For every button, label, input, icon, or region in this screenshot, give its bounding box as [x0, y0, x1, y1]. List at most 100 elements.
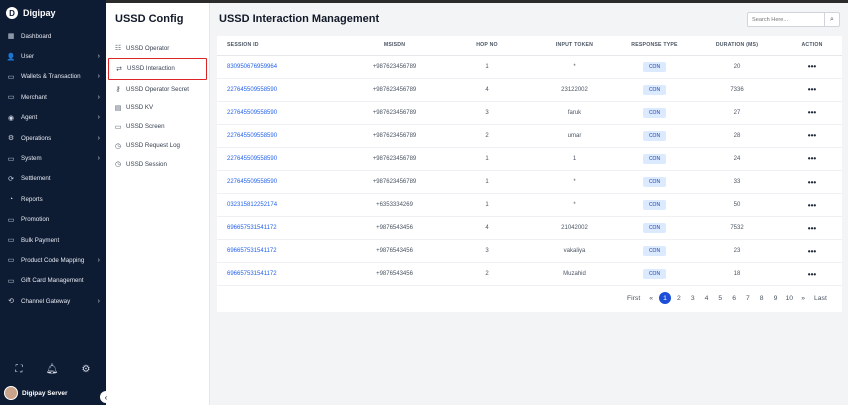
session-id-link[interactable]: 830950676959964	[217, 55, 347, 79]
sidebar-collapse-button[interactable]: ‹	[100, 391, 112, 403]
duration-cell: 7532	[692, 216, 782, 241]
sidebar-item-operations[interactable]: ⚙ Operations ›	[0, 128, 106, 148]
session-id-link[interactable]: 032315812252174	[217, 193, 347, 218]
brand-logo-icon: D	[6, 7, 18, 19]
more-actions-icon[interactable]: •••	[808, 178, 816, 187]
pagination-page[interactable]: 3	[686, 292, 700, 304]
sidebar-item-label: Channel Gateway	[21, 297, 71, 305]
sidebar-item-agent[interactable]: ◉ Agent ›	[0, 108, 106, 128]
input-token-cell: 1	[532, 147, 617, 171]
response-type-badge: CON	[642, 84, 667, 95]
sidebar-item-settlement[interactable]: ⟳ Settlement	[0, 169, 106, 189]
sidebar-item-channel-gateway[interactable]: ⟲ Channel Gateway ›	[0, 291, 106, 311]
wallet-icon: ▭	[7, 73, 15, 81]
duration-cell: 27	[692, 101, 782, 125]
sidebar-item-system[interactable]: ▭ System ›	[0, 148, 106, 168]
sidebar-item-wallets-transaction[interactable]: ▭ Wallets & Transaction ›	[0, 67, 106, 87]
config-item-label: USSD Operator	[126, 44, 170, 52]
sidebar-item-label: Merchant	[21, 93, 47, 101]
pagination-page[interactable]: 4	[700, 292, 714, 304]
hop-no-cell: 1	[442, 55, 532, 79]
dashboard-icon: ▦	[7, 33, 15, 41]
response-type-cell: CON	[617, 216, 692, 241]
chevron-right-icon: ›	[97, 73, 100, 81]
pagination-page[interactable]: 7	[741, 292, 755, 304]
config-item-ussd-interaction[interactable]: ⇄ USSD Interaction	[108, 57, 207, 80]
session-id-link[interactable]: 227645509558590	[217, 78, 347, 102]
pagination-page[interactable]: 1	[659, 292, 672, 304]
response-type-badge: CON	[642, 200, 667, 211]
more-actions-icon[interactable]: •••	[808, 247, 816, 256]
table-row: 227645509558590 +987623456789 1 * CON 33 •••	[217, 170, 842, 195]
session-id-link[interactable]: 227645509558590	[217, 101, 347, 125]
hop-no-cell: 1	[442, 147, 532, 171]
sidebar-item-bulk-payment[interactable]: ▭ Bulk Payment	[0, 230, 106, 250]
main-content: USSD Interaction Management ⌕ SESSION ID…	[210, 3, 848, 405]
pagination-prev-icon[interactable]: «	[644, 292, 658, 304]
input-token-cell: umar	[532, 124, 617, 148]
chevron-right-icon: ›	[97, 256, 100, 264]
sidebar-item-product-code-mapping[interactable]: ▭ Product Code Mapping ›	[0, 250, 106, 270]
pagination-page[interactable]: 9	[769, 292, 783, 304]
response-type-badge: CON	[642, 246, 667, 257]
more-actions-icon[interactable]: •••	[808, 62, 816, 71]
settings-gear-icon[interactable]: ⚙	[81, 364, 90, 375]
pagination-next-icon[interactable]: »	[796, 292, 810, 304]
sidebar-item-reports[interactable]: ◔ Reports	[0, 189, 106, 209]
sidebar-item-merchant[interactable]: ▭ Merchant ›	[0, 87, 106, 107]
config-item-ussd-screen[interactable]: ▭ USSD Screen	[108, 117, 208, 136]
hop-no-cell: 4	[442, 78, 532, 102]
more-actions-icon[interactable]: •••	[808, 270, 816, 279]
column-header: RESPONSE TYPE	[617, 36, 692, 56]
pagination-page[interactable]: 2	[672, 292, 686, 304]
more-actions-icon[interactable]: •••	[808, 85, 816, 94]
user-profile[interactable]: Digipay Server	[4, 386, 68, 400]
chevron-right-icon: ›	[97, 297, 100, 305]
more-actions-icon[interactable]: •••	[808, 201, 816, 210]
session-id-link[interactable]: 227645509558590	[217, 170, 347, 195]
sidebar-item-promotion[interactable]: ▭ Promotion	[0, 210, 106, 230]
sidebar-item-label: Product Code Mapping	[21, 256, 85, 264]
response-type-cell: CON	[617, 170, 692, 195]
config-title: USSD Config	[115, 13, 184, 25]
config-item-ussd-operator-secret[interactable]: ⚷ USSD Operator Secret	[108, 80, 208, 99]
msisdn-cell: +987623456789	[347, 124, 442, 148]
sidebar-item-user[interactable]: 👤 User ›	[0, 46, 106, 66]
config-item-ussd-kv[interactable]: ▤ USSD KV	[108, 99, 208, 118]
pagination-page[interactable]: 10	[782, 292, 796, 304]
more-actions-icon[interactable]: •••	[808, 154, 816, 163]
bell-icon[interactable]: 🔔︎	[46, 364, 59, 375]
sitemap-icon[interactable]: ⛶	[16, 364, 23, 375]
pagination-first[interactable]: First	[623, 292, 644, 304]
search-input[interactable]	[748, 13, 824, 26]
user-icon: 👤	[6, 53, 16, 61]
pagination-page[interactable]: 6	[727, 292, 741, 304]
interactions-table-card: SESSION ID MSISDN HOP NO INPUT TOKEN RESPONS…	[217, 36, 842, 312]
search-icon[interactable]: ⌕	[824, 13, 839, 26]
more-actions-icon[interactable]: •••	[808, 131, 816, 140]
session-id-link[interactable]: 227645509558590	[217, 124, 347, 148]
table-row: 227645509558590 +987623456789 4 23122002 CON…	[217, 78, 842, 102]
config-item-ussd-operator[interactable]: ☷ USSD Operator	[108, 39, 208, 58]
pagination-last[interactable]: Last	[810, 292, 831, 304]
chevron-right-icon: ›	[97, 114, 100, 122]
session-id-link[interactable]: 696657531541172	[217, 239, 347, 264]
table-header-row: SESSION ID MSISDN HOP NO INPUT TOKEN RESPONS…	[217, 36, 842, 56]
config-item-ussd-request-log[interactable]: ◷ USSD Request Log	[108, 136, 208, 155]
pagination-page[interactable]: 5	[713, 292, 727, 304]
response-type-cell: CON	[617, 239, 692, 264]
session-id-link[interactable]: 227645509558590	[217, 147, 347, 171]
hop-no-cell: 3	[442, 101, 532, 125]
response-type-badge: CON	[642, 107, 667, 118]
more-actions-icon[interactable]: •••	[808, 224, 816, 233]
sidebar-item-gift-card-management[interactable]: ▭ Gift Card Management	[0, 271, 106, 291]
brand[interactable]: D Digipay	[6, 7, 56, 19]
msisdn-cell: +987623456789	[347, 78, 442, 102]
more-actions-icon[interactable]: •••	[808, 108, 816, 117]
config-item-ussd-session[interactable]: ◷ USSD Session	[108, 155, 208, 174]
input-token-cell: 23122002	[532, 78, 617, 102]
session-id-link[interactable]: 696657531541172	[217, 216, 347, 241]
session-id-link[interactable]: 696657531541172	[217, 262, 347, 287]
pagination-page[interactable]: 8	[755, 292, 769, 304]
sidebar-item-dashboard[interactable]: ▦ Dashboard	[0, 26, 106, 46]
